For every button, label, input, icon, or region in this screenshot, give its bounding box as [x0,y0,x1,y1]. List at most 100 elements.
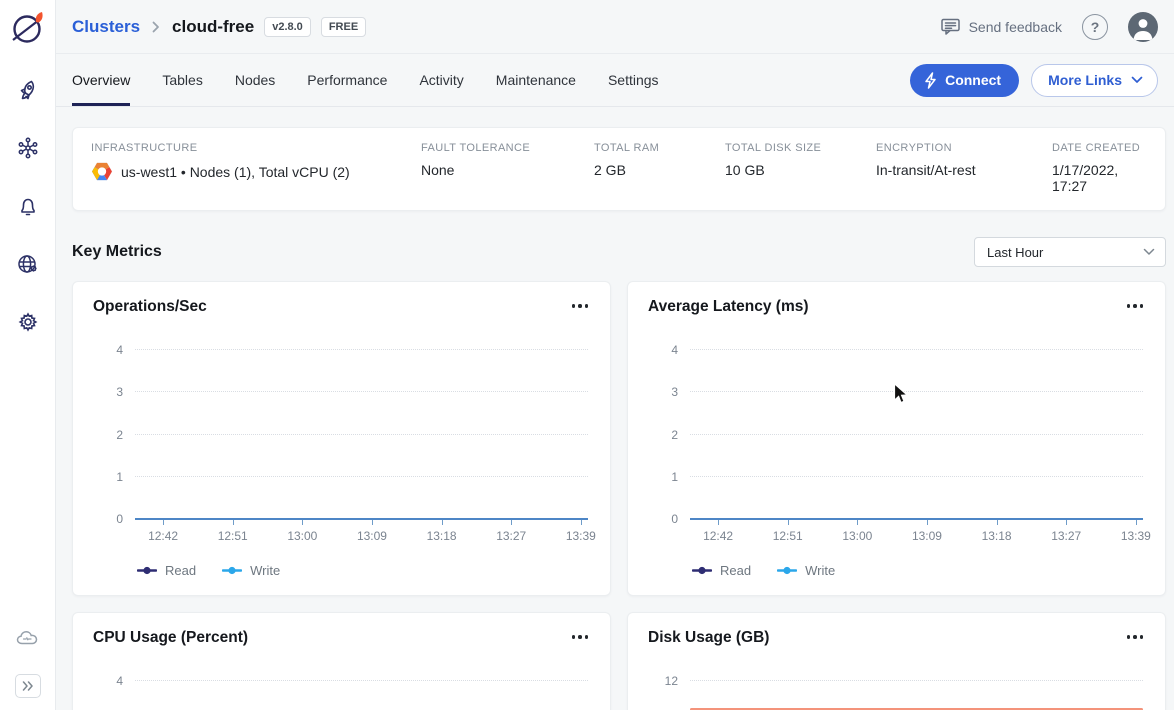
lightning-icon [924,72,937,89]
send-feedback-button[interactable]: Send feedback [940,17,1062,36]
sidebar-item-cloud-status[interactable] [10,620,46,656]
gcp-icon [91,162,113,181]
chart-menu-button[interactable] [1125,298,1146,314]
more-links-label: More Links [1048,72,1122,88]
key-metrics-header: Key Metrics Last Hour [72,237,1166,267]
plot-area: 43210 [690,350,1143,519]
capella-logo[interactable] [8,8,48,48]
x-axis-label: 12:42 [148,529,178,543]
chart-title: CPU Usage (Percent) [93,629,248,647]
tab-activity[interactable]: Activity [419,54,463,106]
x-axis-tickmark [302,520,303,525]
x-axis-tickmark [233,520,234,525]
bell-icon [16,194,40,218]
time-range-select[interactable]: Last Hour [974,237,1166,267]
rocket-icon [16,78,40,102]
tab-overview[interactable]: Overview [72,54,130,106]
info-label: TOTAL DISK SIZE [725,142,876,154]
x-axis-tickmark [442,520,443,525]
chart-menu-button[interactable] [570,298,591,314]
chart-title: Operations/Sec [93,298,207,316]
chart-title: Average Latency (ms) [648,298,809,316]
info-label: DATE CREATED [1052,142,1147,154]
planet-rocket-logo-icon [9,9,47,47]
network-nodes-icon [16,136,40,160]
chevron-down-icon [1143,248,1155,256]
chart-menu-button[interactable] [1125,629,1146,645]
legend-marker-icon [222,566,242,575]
x-axis-label: 12:51 [218,529,248,543]
tab-performance[interactable]: Performance [307,54,387,106]
breadcrumb-chevron-icon [152,21,160,33]
help-button[interactable]: ? [1082,14,1108,40]
x-axis-label: 13:39 [1121,529,1151,543]
infrastructure-value: us-west1 • Nodes (1), Total vCPU (2) [121,164,350,180]
gridline [135,391,588,392]
plot-area: 129630 [690,681,1143,710]
y-axis-tick-label: 3 [116,385,123,399]
x-axis-label: 13:09 [357,529,387,543]
legend-label: Read [720,563,751,578]
tab-settings[interactable]: Settings [608,54,659,106]
cluster-info-bar: INFRASTRUCTURE us-west1 • Nodes (1), Tot… [72,127,1166,211]
send-feedback-label: Send feedback [969,19,1062,35]
sidebar-bottom [10,620,46,698]
x-axis-label: 13:39 [566,529,596,543]
chart-menu-button[interactable] [570,629,591,645]
x-axis-line [690,518,1143,520]
x-axis-tickmark [1066,520,1067,525]
gridline [135,434,588,435]
x-axis-labels: 12:4212:5113:0013:0913:1813:2713:39 [135,529,588,543]
sidebar-item-clusters[interactable] [10,72,46,108]
chart-title: Disk Usage (GB) [648,629,769,647]
tab-maintenance[interactable]: Maintenance [496,54,576,106]
x-axis-label: 12:42 [703,529,733,543]
plot-area: 43210 [135,350,588,519]
sidebar-item-alerts[interactable] [10,188,46,224]
sidebar-item-tools[interactable] [10,130,46,166]
time-range-selected-value: Last Hour [987,245,1043,260]
legend-marker-icon [777,566,797,575]
main-area: Clusters cloud-free v2.8.0 FREE Send fee… [56,0,1174,710]
x-axis-tickmark [718,520,719,525]
chart-legend: Read Write [692,563,1145,578]
legend-item-write[interactable]: Write [222,563,280,578]
chart-cpu-usage: CPU Usage (Percent) 43210 12:4212:5113:0… [72,612,611,710]
expand-sidebar-button[interactable] [15,674,41,698]
more-links-button[interactable]: More Links [1031,64,1158,97]
x-axis-label: 13:00 [842,529,872,543]
legend-item-read[interactable]: Read [137,563,196,578]
legend-marker-icon [692,566,712,575]
gridline [690,476,1143,477]
sidebar-item-settings[interactable] [10,304,46,340]
tab-actions: Connect More Links [910,64,1158,97]
tab-tables[interactable]: Tables [162,54,202,106]
user-avatar[interactable] [1128,12,1158,42]
y-axis-tick-label: 0 [671,512,678,526]
chevron-down-icon [1131,76,1143,84]
connect-button[interactable]: Connect [910,64,1019,97]
x-axis-label: 13:27 [496,529,526,543]
sidebar-item-network[interactable] [10,246,46,282]
fault-tolerance-value: None [421,162,594,178]
info-total-ram: TOTAL RAM 2 GB [594,142,725,194]
legend-item-write[interactable]: Write [777,563,835,578]
gridline [690,434,1143,435]
x-axis-label: 13:09 [912,529,942,543]
x-axis-label: 13:18 [427,529,457,543]
y-axis-tick-label: 1 [671,470,678,484]
question-mark-icon: ? [1091,19,1100,35]
total-disk-size-value: 10 GB [725,162,876,178]
info-date-created: DATE CREATED 1/17/2022, 17:27 [1052,142,1147,194]
gridline [135,680,588,681]
y-axis-tick-label: 4 [116,343,123,357]
y-axis-tick-label: 2 [116,428,123,442]
breadcrumb-clusters-link[interactable]: Clusters [72,17,140,37]
legend-item-read[interactable]: Read [692,563,751,578]
tab-nodes[interactable]: Nodes [235,54,275,106]
y-axis-tick-label: 2 [671,428,678,442]
x-axis-tickmark [857,520,858,525]
chart-average-latency: Average Latency (ms) 43210 12:4212:5113:… [627,281,1166,596]
plan-badge: FREE [321,17,366,37]
x-axis-tickmark [997,520,998,525]
